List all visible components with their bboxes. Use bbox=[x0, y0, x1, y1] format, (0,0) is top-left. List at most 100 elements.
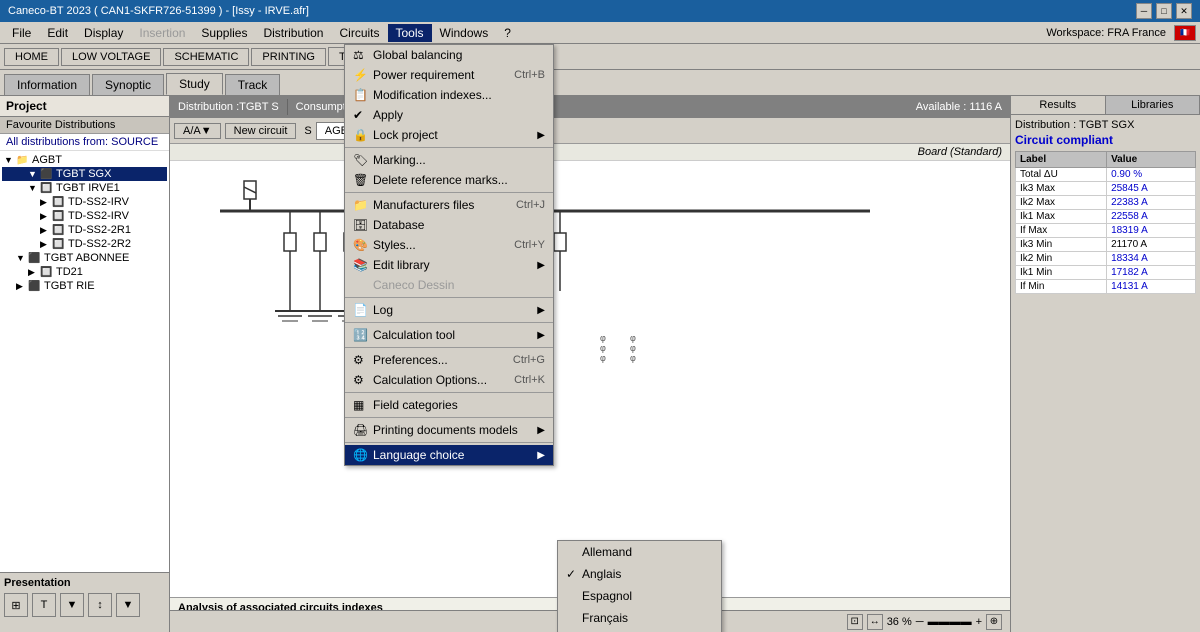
project-header: Project bbox=[0, 96, 169, 117]
styles-icon: 🎨 bbox=[353, 238, 373, 252]
tab-synoptic[interactable]: Synoptic bbox=[92, 74, 164, 95]
menu-apply[interactable]: ✔ Apply bbox=[345, 105, 553, 125]
menu-insertion[interactable]: Insertion bbox=[131, 24, 193, 42]
right-panel: Results Libraries Distribution : TGBT SG… bbox=[1010, 96, 1200, 632]
sep3 bbox=[345, 297, 553, 298]
tab-results[interactable]: Results bbox=[1011, 96, 1106, 114]
pres-text-button[interactable]: T bbox=[32, 593, 56, 617]
menu-manufacturers-files[interactable]: 📁 Manufacturers files Ctrl+J bbox=[345, 195, 553, 215]
row-value: 21170 A bbox=[1107, 238, 1196, 252]
modif-icon: 📋 bbox=[353, 88, 373, 102]
menu-language-choice[interactable]: 🌐 Language choice ▶ bbox=[345, 445, 553, 465]
tree-td21[interactable]: ▶ 🔲 TD21 bbox=[2, 265, 167, 279]
menu-file[interactable]: File bbox=[4, 24, 39, 42]
circuit-toolbar: A/A▼ New circuit S AGBT bbox=[170, 118, 1010, 144]
tree-label-td4: TD-SS2-2R2 bbox=[68, 238, 131, 250]
dist-icon-tgbt-sgx: ⬛ bbox=[40, 169, 54, 180]
menu-global-balancing[interactable]: ⚖ Global balancing bbox=[345, 45, 553, 65]
menu-tools[interactable]: Tools bbox=[388, 24, 432, 42]
toolbar-home[interactable]: HOME bbox=[4, 48, 59, 66]
workspace-label: Workspace: FRA France bbox=[1046, 27, 1166, 39]
tabs-row: Information Synoptic Study Track bbox=[0, 70, 1200, 96]
toolbar-printing[interactable]: PRINTING bbox=[251, 48, 326, 66]
zoom-label: 36 % bbox=[887, 616, 912, 628]
menu-windows[interactable]: Windows bbox=[432, 24, 497, 42]
pres-arrow-button[interactable]: ↕ bbox=[88, 593, 112, 617]
row-label: Ik1 Min bbox=[1016, 266, 1107, 280]
minimize-button[interactable]: ─ bbox=[1136, 3, 1152, 19]
menu-power-requirement[interactable]: ⚡ Power requirement Ctrl+B bbox=[345, 65, 553, 85]
menu-calculation-tool[interactable]: 🔢 Calculation tool ▶ bbox=[345, 325, 553, 345]
tree-td-ss2-4[interactable]: ▶ 🔲 TD-SS2-2R2 bbox=[2, 237, 167, 251]
mark-icon: 🏷 bbox=[353, 153, 373, 167]
log-icon: 📄 bbox=[353, 303, 373, 317]
submenu-arrow-print: ▶ bbox=[537, 425, 545, 436]
zoom-slider[interactable]: ▬▬▬▬ bbox=[928, 616, 972, 628]
menu-edit-library[interactable]: 📚 Edit library ▶ bbox=[345, 255, 553, 275]
menu-styles[interactable]: 🎨 Styles... Ctrl+Y bbox=[345, 235, 553, 255]
close-button[interactable]: ✕ bbox=[1176, 3, 1192, 19]
dist-icon-abonnee: ⬛ bbox=[28, 253, 42, 264]
menu-field-categories[interactable]: ▦ Field categories bbox=[345, 395, 553, 415]
menu-circuits[interactable]: Circuits bbox=[331, 24, 387, 42]
tree-tgbt-irve1[interactable]: ▼ 🔲 TGBT IRVE1 bbox=[2, 181, 167, 195]
tree-label-irve1: TGBT IRVE1 bbox=[56, 182, 120, 194]
zoom-minus-icon: ─ bbox=[916, 616, 924, 628]
tree-tgbt-sgx[interactable]: ▼ ⬛ TGBT SGX bbox=[2, 167, 167, 181]
pres-grid-button[interactable]: ⊞ bbox=[4, 593, 28, 617]
menu-printing-docs[interactable]: 🖨 Printing documents models ▶ bbox=[345, 420, 553, 440]
tab-study[interactable]: Study bbox=[166, 73, 223, 95]
tab-information[interactable]: Information bbox=[4, 74, 90, 95]
menu-lock-project[interactable]: 🔒 Lock project ▶ bbox=[345, 125, 553, 145]
check-anglais: ✓ bbox=[566, 567, 582, 581]
tree-td-ss2-3[interactable]: ▶ 🔲 TD-SS2-2R1 bbox=[2, 223, 167, 237]
new-circuit-button[interactable]: New circuit bbox=[225, 123, 297, 139]
menu-distribution[interactable]: Distribution bbox=[255, 24, 331, 42]
lang-francais[interactable]: Français bbox=[558, 607, 721, 629]
tab-track[interactable]: Track bbox=[225, 74, 281, 95]
lang-allemand[interactable]: Allemand bbox=[558, 541, 721, 563]
board-type-label: Board (Standard) bbox=[918, 146, 1002, 158]
pres-down-button[interactable]: ▼ bbox=[116, 593, 140, 617]
table-row: If Min 14131 A bbox=[1016, 280, 1196, 294]
menu-database[interactable]: 🗄 Database bbox=[345, 215, 553, 235]
pres-more-button[interactable]: ▼ bbox=[60, 593, 84, 617]
tree-agbt[interactable]: ▼ 📁 AGBT bbox=[2, 153, 167, 167]
menu-modification-indexes[interactable]: 📋 Modification indexes... bbox=[345, 85, 553, 105]
menu-edit[interactable]: Edit bbox=[39, 24, 76, 42]
fit-button[interactable]: ⊡ bbox=[847, 614, 863, 630]
tree-td-ss2-1[interactable]: ▶ 🔲 TD-SS2-IRV bbox=[2, 195, 167, 209]
arrow-rie: ▶ bbox=[16, 281, 28, 292]
lang-anglais[interactable]: ✓ Anglais bbox=[558, 563, 721, 585]
tree-tgbt-rie[interactable]: ▶ ⬛ TGBT RIE bbox=[2, 279, 167, 293]
toolbar-schematic[interactable]: SCHEMATIC bbox=[163, 48, 249, 66]
menu-marking[interactable]: 🏷 Marking... bbox=[345, 150, 553, 170]
window-controls: ─ □ ✕ bbox=[1136, 3, 1192, 19]
row-value: 14131 A bbox=[1107, 280, 1196, 294]
toolbar-low-voltage[interactable]: LOW VOLTAGE bbox=[61, 48, 161, 66]
tree-tgbt-abonnee[interactable]: ▼ ⬛ TGBT ABONNEE bbox=[2, 251, 167, 265]
lang-espagnol[interactable]: Espagnol bbox=[558, 585, 721, 607]
presentation-label: Presentation bbox=[4, 577, 165, 589]
menu-help[interactable]: ? bbox=[496, 24, 519, 42]
db-icon: 🗄 bbox=[353, 218, 373, 232]
menu-log[interactable]: 📄 Log ▶ bbox=[345, 300, 553, 320]
fit-width-button[interactable]: ↔ bbox=[867, 614, 883, 630]
calcopts-icon: ⚙ bbox=[353, 373, 373, 387]
sep4 bbox=[345, 322, 553, 323]
delete-ref-icon: 🗑 bbox=[353, 173, 373, 187]
aa-dropdown-button[interactable]: A/A▼ bbox=[174, 123, 221, 139]
restore-button[interactable]: □ bbox=[1156, 3, 1172, 19]
menu-display[interactable]: Display bbox=[76, 24, 131, 42]
menu-supplies[interactable]: Supplies bbox=[193, 24, 255, 42]
menu-calculation-options[interactable]: ⚙ Calculation Options... Ctrl+K bbox=[345, 370, 553, 390]
right-tabs: Results Libraries bbox=[1011, 96, 1200, 115]
row-value: 0.90 % bbox=[1107, 168, 1196, 182]
zoom-plus-button[interactable]: ⊕ bbox=[986, 614, 1002, 630]
tab-libraries[interactable]: Libraries bbox=[1106, 96, 1200, 114]
menu-delete-ref-marks[interactable]: 🗑 Delete reference marks... bbox=[345, 170, 553, 190]
row-value: 18319 A bbox=[1107, 224, 1196, 238]
tree-td-ss2-2[interactable]: ▶ 🔲 TD-SS2-IRV bbox=[2, 209, 167, 223]
all-distributions-label: All distributions from: SOURCE bbox=[0, 134, 169, 151]
menu-preferences[interactable]: ⚙ Preferences... Ctrl+G bbox=[345, 350, 553, 370]
